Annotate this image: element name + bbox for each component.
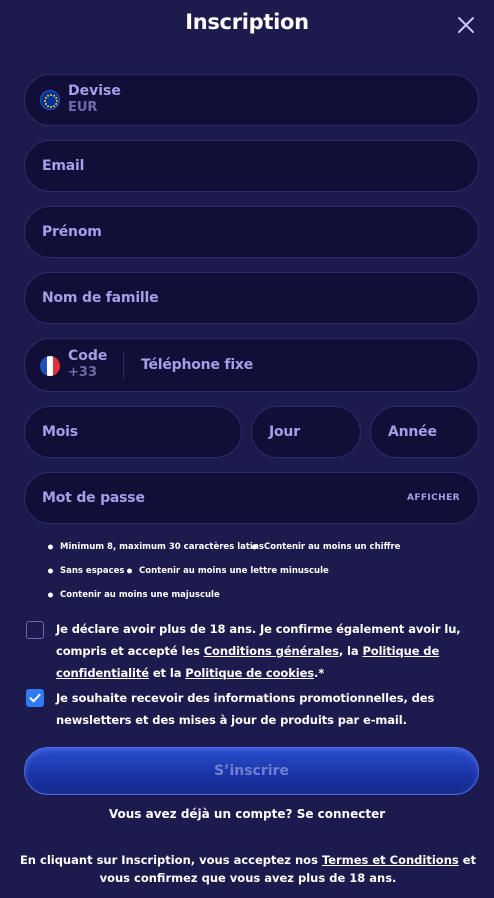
password-rule: Minimum 8, maximum 30 caractères latins: [60, 542, 264, 552]
checkmark-icon: [29, 693, 41, 703]
register-button[interactable]: S’inscrire: [24, 747, 479, 795]
password-rule: Contenir au moins un chiffre: [264, 542, 401, 552]
terms-link[interactable]: Termes et Conditions: [322, 853, 459, 867]
birth-year-select[interactable]: Année: [370, 406, 479, 458]
terms-notice: En cliquant sur Inscription, vous accept…: [18, 851, 478, 887]
france-flag-icon: [40, 356, 60, 376]
phone-field-group: Code +33 Téléphone fixe: [24, 338, 479, 392]
promo-consent-checkbox[interactable]: [26, 689, 44, 707]
password-field[interactable]: Mot de passe AFFICHER: [24, 472, 479, 524]
first-name-field[interactable]: Prénom: [24, 206, 479, 258]
phone-code-value: +33: [68, 365, 97, 380]
phone-code-select[interactable]: Code +33: [25, 339, 125, 391]
age-consent-separator: et la: [148, 666, 186, 680]
password-rule: Contenir au moins une lettre minuscule: [139, 566, 329, 576]
phone-code-label: Code: [68, 348, 108, 364]
promo-consent-text: Je souhaite recevoir des informations pr…: [56, 691, 435, 727]
birth-day-select[interactable]: Jour: [251, 406, 361, 458]
password-placeholder: Mot de passe: [42, 490, 145, 506]
currency-label: Devise: [68, 83, 121, 99]
cookie-policy-link[interactable]: Politique de cookies: [185, 666, 314, 680]
password-rule: Sans espaces: [60, 566, 125, 576]
password-rule: Contenir au moins une majuscule: [60, 590, 220, 600]
page-title: Inscription: [185, 10, 309, 34]
birth-month-select[interactable]: Mois: [24, 406, 242, 458]
terms-text-part: En cliquant sur Inscription, vous accept…: [19, 853, 322, 867]
general-conditions-link[interactable]: Conditions générales: [204, 644, 339, 658]
birth-day-placeholder: Jour: [269, 424, 300, 440]
last-name-placeholder: Nom de famille: [42, 290, 159, 306]
currency-select[interactable]: Devise EUR: [24, 74, 479, 126]
birth-month-placeholder: Mois: [42, 424, 78, 440]
phone-divider: [123, 351, 124, 379]
age-consent-text: Je déclare avoir plus de 18 ans. Je conf…: [56, 618, 481, 684]
close-icon[interactable]: [456, 15, 476, 35]
eu-flag-icon: [40, 90, 60, 110]
last-name-field[interactable]: Nom de famille: [24, 272, 479, 324]
currency-value: EUR: [68, 100, 98, 115]
age-consent-checkbox[interactable]: [26, 621, 44, 639]
modal-header: Inscription: [0, 0, 494, 52]
age-consent-suffix: .*: [314, 666, 325, 680]
login-question: Vous avez déjà un compte?: [108, 807, 293, 821]
phone-placeholder[interactable]: Téléphone fixe: [141, 357, 253, 373]
show-password-button[interactable]: AFFICHER: [407, 493, 460, 503]
login-link[interactable]: Se connecter: [297, 807, 385, 821]
login-prompt: Vous avez déjà un compte? Se connecter: [0, 807, 494, 821]
email-placeholder: Email: [42, 158, 85, 174]
first-name-placeholder: Prénom: [42, 224, 102, 240]
birth-year-placeholder: Année: [388, 424, 437, 440]
age-consent-separator: , la: [338, 644, 363, 658]
email-field[interactable]: Email: [24, 140, 479, 192]
